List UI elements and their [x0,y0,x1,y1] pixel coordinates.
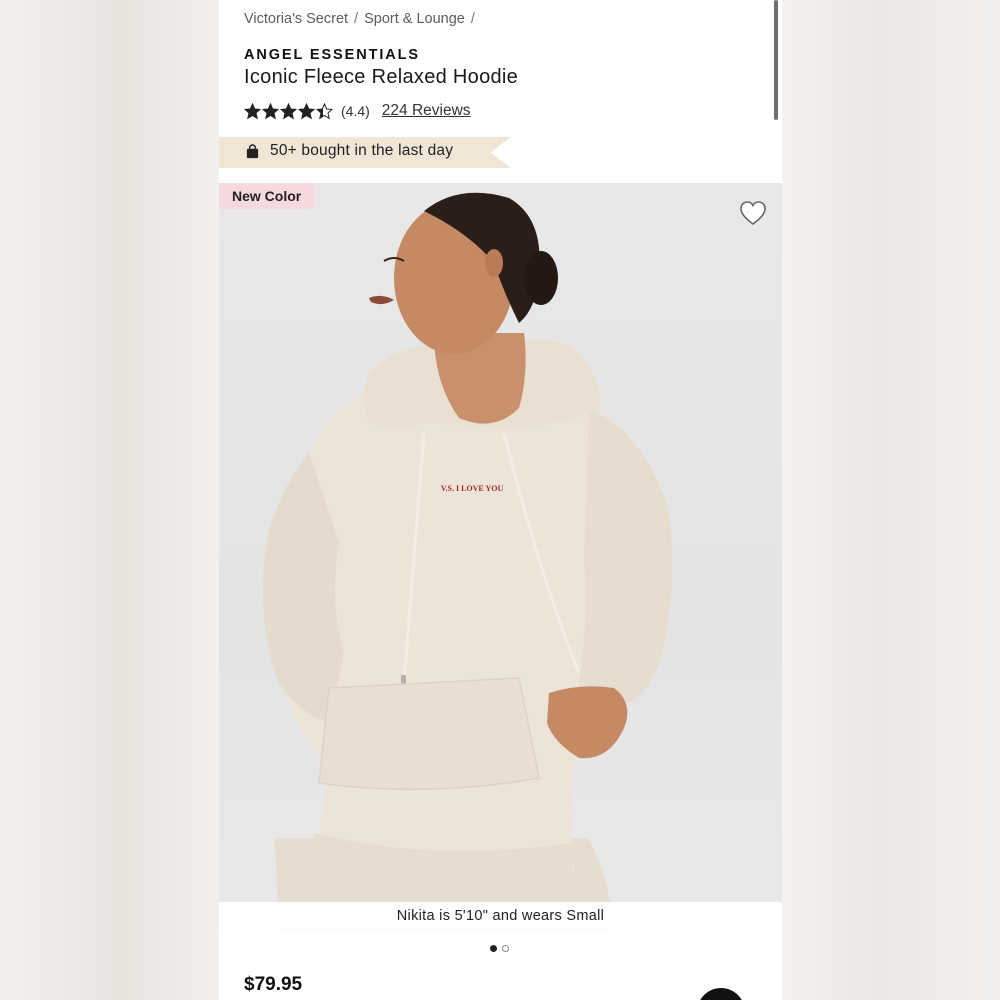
rating-stars [244,102,333,120]
product-brand: ANGEL ESSENTIALS [244,47,420,63]
new-color-badge: New Color [219,183,315,209]
product-title: Iconic Fleece Relaxed Hoodie [244,66,519,88]
rating-row: (4.4) 224 Reviews [244,102,471,120]
floating-action-button[interactable] [697,988,745,1000]
star-full-icon [244,102,261,119]
hoodie-print-text: V.S. I LOVE YOU [441,484,504,493]
star-full-icon [262,102,279,119]
bought-banner-content: 50+ bought in the last day [245,142,453,160]
product-image[interactable]: V.S. I LOVE YOU New Color Nikita is 5'10… [219,183,782,931]
bought-banner-text: 50+ bought in the last day [270,142,454,159]
model-size-caption: Nikita is 5'10" and wears Small [219,902,782,931]
breadcrumb-item-category[interactable]: Sport & Lounge [364,11,465,27]
pagination-dot[interactable] [502,945,509,952]
star-partial-icon [316,102,333,119]
product-page: Victoria's Secret / Sport & Lounge / ANG… [219,0,782,1000]
blurred-background-right [782,0,1000,1000]
star-full-icon [280,102,297,119]
star-full-icon [298,102,315,119]
reviews-link[interactable]: 224 Reviews [382,102,471,120]
blurred-background-left [0,0,219,1000]
heart-outline-icon [740,201,766,226]
breadcrumb-separator: / [354,11,359,27]
breadcrumb-separator: / [470,11,475,27]
product-price: $79.95 [244,974,303,995]
gallery-pagination [490,945,509,952]
breadcrumb: Victoria's Secret / Sport & Lounge / [244,11,475,27]
pagination-dot-active[interactable] [490,945,497,952]
rating-value: (4.4) [341,103,370,119]
favorite-button[interactable] [739,200,767,226]
breadcrumb-item-brand[interactable]: Victoria's Secret [244,11,348,27]
shopping-bag-icon [246,143,259,158]
model-photo-illustration: V.S. I LOVE YOU [263,192,673,931]
scrollbar[interactable] [774,0,778,120]
